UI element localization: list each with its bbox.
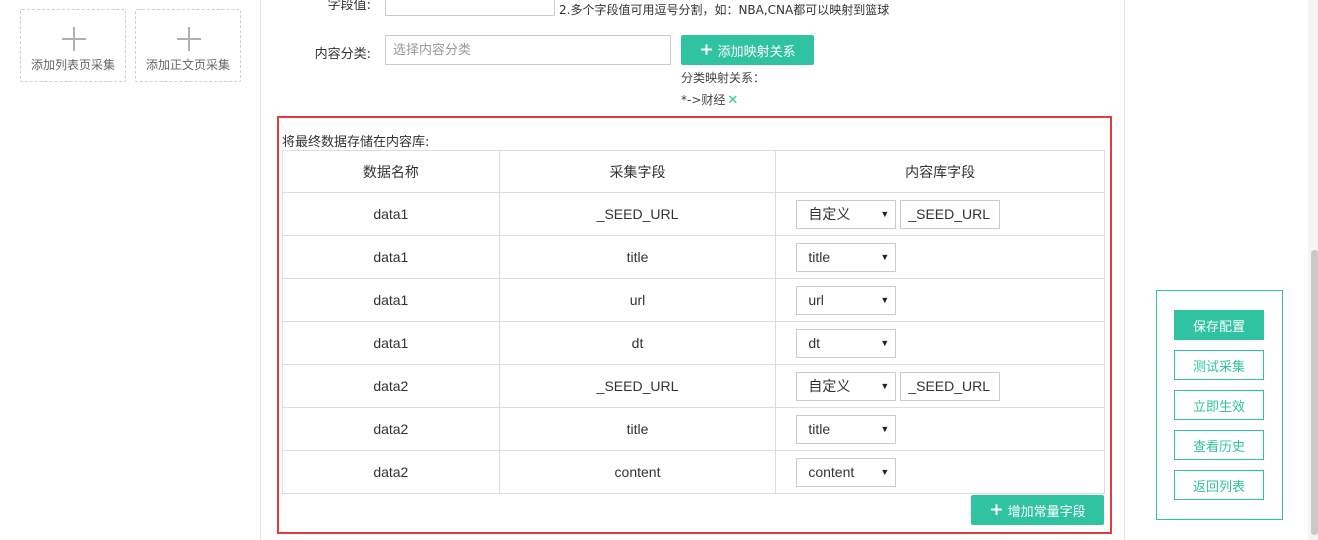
content-field-cell: 自定义 ▼ _SEED_URL [775,192,1105,236]
mapping-item: *->财经 ✕ [681,91,738,108]
mapping-item-text: *->财经 [681,93,726,107]
add-constant-field-button[interactable]: + 增加常量字段 [971,495,1104,525]
table-row: data1 title title ▼ [282,235,1105,279]
field-value-hint: 2.多个字段值可用逗号分割，如：NBA,CNA都可以映射到篮球 [559,3,890,17]
custom-field-input[interactable]: _SEED_URL [900,199,1001,229]
content-field-cell: 自定义 ▼ _SEED_URL [775,364,1105,408]
content-field-cell: title ▼ [775,235,1105,279]
dropdown-arrow-icon: ▼ [880,338,890,348]
column-header: 内容库字段 [775,150,1105,193]
select-value: title [808,249,831,265]
main-content: 字段值: 2.多个字段值可用逗号分割，如：NBA,CNA都可以映射到篮球 内容分… [261,0,1125,540]
custom-field-input[interactable]: _SEED_URL [900,371,1001,401]
add-list-page-card[interactable]: 添加列表页采集 [20,9,126,82]
select-value: content [808,464,855,480]
data-name-cell: data1 [282,321,500,365]
select-value: title [808,421,831,437]
collect-field-cell: content [498,450,777,494]
plus-icon [177,27,201,51]
collect-field-cell: title [498,407,777,451]
content-field-cell: dt ▼ [775,321,1105,365]
content-field-select[interactable]: 自定义 ▼ [796,199,897,229]
scrollbar-thumb[interactable] [1311,250,1318,535]
add-mapping-button-label: 添加映射关系 [717,44,796,60]
action-panel: 保存配置 测试采集 立即生效 查看历史 返回列表 [1156,290,1283,520]
storage-section: 将最终数据存储在内容库: 数据名称 采集字段 内容库字段 data1 _SEED… [277,116,1112,534]
field-value-label: 字段值: [327,0,371,13]
dropdown-arrow-icon: ▼ [880,424,890,434]
content-field-select[interactable]: content ▼ [796,457,897,487]
content-field-cell: title ▼ [775,407,1105,451]
field-value-input[interactable] [385,0,555,16]
collect-field-cell: url [498,278,777,322]
back-to-list-button[interactable]: 返回列表 [1174,470,1264,500]
collect-field-cell: _SEED_URL [498,192,777,236]
save-config-button[interactable]: 保存配置 [1174,310,1264,340]
add-body-page-card[interactable]: 添加正文页采集 [135,9,241,82]
dropdown-arrow-icon: ▼ [880,295,890,305]
left-panel: 添加列表页采集 添加正文页采集 [0,0,261,540]
dropdown-arrow-icon: ▼ [880,381,890,391]
column-header: 采集字段 [498,150,777,193]
collect-field-cell: _SEED_URL [498,364,777,408]
mapping-table: 数据名称 采集字段 内容库字段 data1 _SEED_URL 自定义 ▼ _SEE… [282,150,1105,494]
content-field-select[interactable]: title ▼ [796,414,897,444]
dropdown-arrow-icon: ▼ [880,209,890,219]
content-field-select[interactable]: url ▼ [796,285,897,315]
table-row: data2 _SEED_URL 自定义 ▼ _SEED_URL [282,364,1105,408]
table-row: data2 title title ▼ [282,407,1105,451]
data-name-cell: data2 [282,364,500,408]
plus-icon: + [699,39,714,60]
content-field-cell: content ▼ [775,450,1105,494]
table-header-row: 数据名称 采集字段 内容库字段 [282,150,1105,193]
add-constant-field-label: 增加常量字段 [1007,504,1086,520]
dropdown-arrow-icon: ▼ [880,467,890,477]
table-row: data2 content content ▼ [282,450,1105,494]
plus-icon [62,27,86,51]
apply-now-button[interactable]: 立即生效 [1174,390,1264,420]
column-header: 数据名称 [282,150,500,193]
table-row: data1 _SEED_URL 自定义 ▼ _SEED_URL [282,192,1105,236]
data-name-cell: data1 [282,278,500,322]
close-icon[interactable]: ✕ [727,93,738,108]
table-row: data1 dt dt ▼ [282,321,1105,365]
mapping-label: 分类映射关系： [681,71,766,85]
select-value: dt [808,335,821,351]
table-row: data1 url url ▼ [282,278,1105,322]
add-mapping-button[interactable]: + 添加映射关系 [681,35,814,65]
storage-label: 将最终数据存储在内容库: [282,135,430,150]
test-collect-button[interactable]: 测试采集 [1174,350,1264,380]
page: 添加列表页采集 添加正文页采集 字段值: 2.多个字段值可用逗号分割，如：NBA… [0,0,1318,540]
select-value: 自定义 [808,378,851,394]
category-select-input[interactable]: 选择内容分类 [385,35,671,65]
add-body-page-label: 添加正文页采集 [145,58,230,72]
collect-field-cell: title [498,235,777,279]
select-value: 自定义 [808,206,851,222]
content-field-cell: url ▼ [775,278,1105,322]
content-field-select[interactable]: title ▼ [796,242,897,272]
dropdown-arrow-icon: ▼ [880,252,890,262]
category-label: 内容分类: [314,47,371,62]
view-history-button[interactable]: 查看历史 [1174,430,1264,460]
data-name-cell: data1 [282,235,500,279]
add-list-page-label: 添加列表页采集 [30,58,115,72]
collect-field-cell: dt [498,321,777,365]
select-value: url [808,292,824,308]
data-name-cell: data2 [282,450,500,494]
content-field-select[interactable]: dt ▼ [796,328,897,358]
data-name-cell: data2 [282,407,500,451]
content-field-select[interactable]: 自定义 ▼ [796,371,897,401]
data-name-cell: data1 [282,192,500,236]
plus-icon: + [989,499,1004,520]
